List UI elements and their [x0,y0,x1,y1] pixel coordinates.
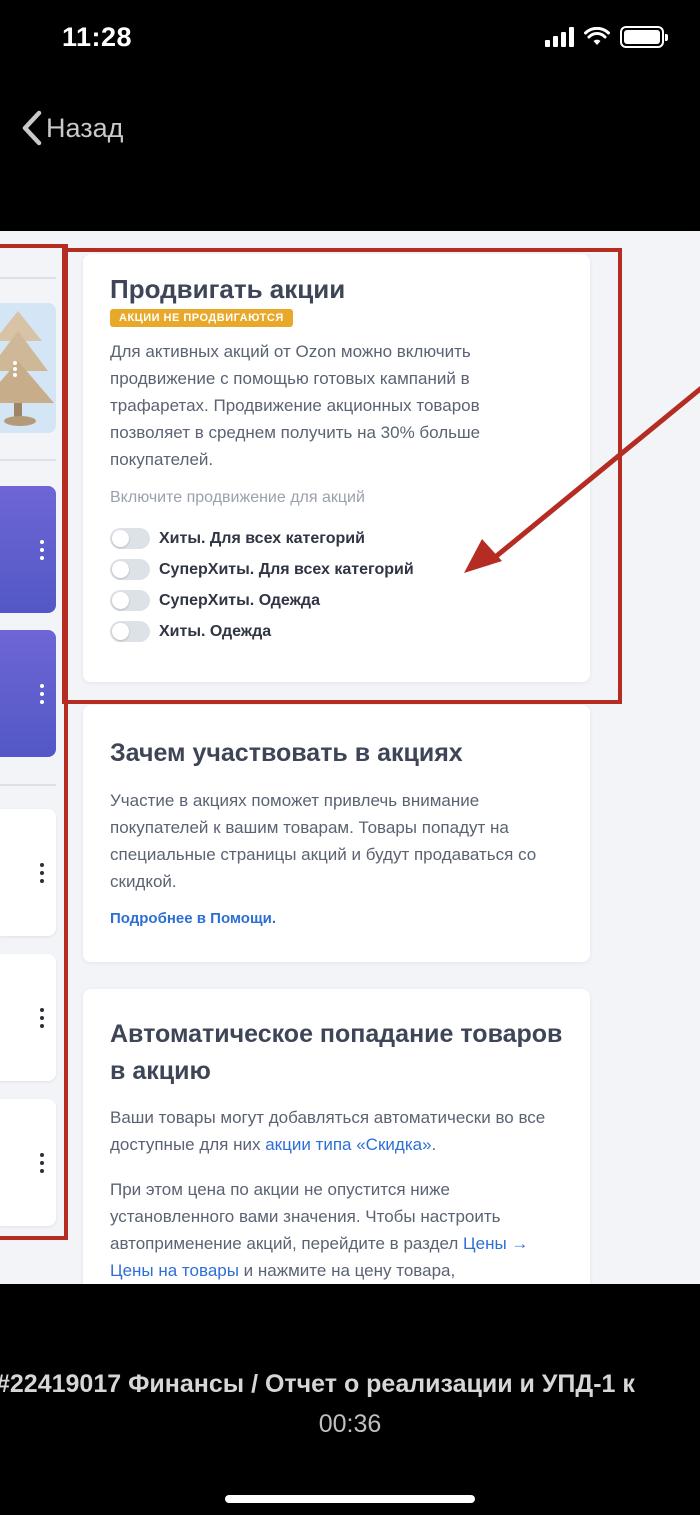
auto-card-paragraph-2: При этом цена по акции не опустится ниже… [110,1176,563,1284]
home-indicator[interactable] [225,1495,475,1503]
wifi-icon [584,27,610,45]
annotation-arrow-icon [464,385,700,573]
more-options-icon[interactable] [40,1007,44,1028]
promotion-toggle[interactable] [110,590,150,611]
webpage-viewport: Продвигать акции АКЦИИ НЕ ПРОДВИГАЮТСЯ Д… [0,231,700,1284]
battery-icon [620,26,668,48]
promotion-toggle[interactable] [110,621,150,642]
more-options-icon[interactable] [40,539,44,560]
promo-tile[interactable] [0,486,56,613]
divider [0,459,56,461]
auto-inclusion-card: Автоматическое попадание товаров в акцию… [83,989,590,1284]
auto-card-title: Автоматическое попадание товаров в акцию [110,1020,563,1085]
why-card-title: Зачем участвовать в акциях [110,739,463,767]
christmas-tree-decor-image [0,303,56,433]
video-bar: #22419017 Финансы / Отчет о реализации и… [0,1284,700,1515]
toggle-label: Хиты. Для всех категорий [159,529,365,547]
toggle-row: Хиты. Одежда [110,616,563,647]
toggle-label: СуперХиты. Одежда [159,591,320,609]
why-participate-card: Зачем участвовать в акциях Участие в акц… [83,705,590,962]
more-options-icon[interactable] [40,1152,44,1173]
more-options-icon[interactable] [40,683,44,704]
help-link[interactable]: Подробнее в Помощи. [110,910,563,927]
discount-actions-link[interactable]: акции типа «Скидка» [265,1135,431,1154]
more-options-icon[interactable] [40,862,44,883]
toggle-label: Хиты. Одежда [159,622,272,640]
product-thumbnail[interactable] [0,303,56,433]
promo-tile[interactable] [0,1099,56,1226]
auto-card-p2-text: При этом цена по акции не опустится ниже… [110,1180,501,1253]
status-time: 11:28 [62,22,133,52]
video-timestamp: 00:36 [318,1410,382,1438]
cellular-signal-icon [545,27,574,47]
promote-card-title: Продвигать акции [110,274,346,304]
promo-tile[interactable] [0,630,56,757]
divider [0,784,56,786]
promo-tile[interactable] [0,809,56,936]
status-bar: 11:28 [0,0,700,80]
toggle-row: СуперХиты. Одежда [110,585,563,616]
status-badge: АКЦИИ НЕ ПРОДВИГАЮТСЯ [110,309,293,327]
back-label: Назад [46,112,124,143]
status-icons [545,26,668,48]
promo-tile[interactable] [0,954,56,1081]
why-card-description: Участие в акциях поможет привлечь вниман… [110,791,537,891]
divider [0,277,56,279]
auto-card-p2-end: и нажмите на цену товара, [238,1261,456,1280]
back-button[interactable]: Назад [20,110,123,146]
video-title: #22419017 Финансы / Отчет о реализации и… [0,1370,635,1398]
auto-card-paragraph-1: Ваши товары могут добавляться автоматиче… [110,1104,563,1158]
toggle-label: СуперХиты. Для всех категорий [159,560,414,578]
left-column [0,231,60,1284]
auto-card-p1-end: . [431,1135,437,1154]
promotion-toggle[interactable] [110,528,150,549]
chevron-left-icon [22,110,42,146]
promotion-toggle[interactable] [110,559,150,580]
